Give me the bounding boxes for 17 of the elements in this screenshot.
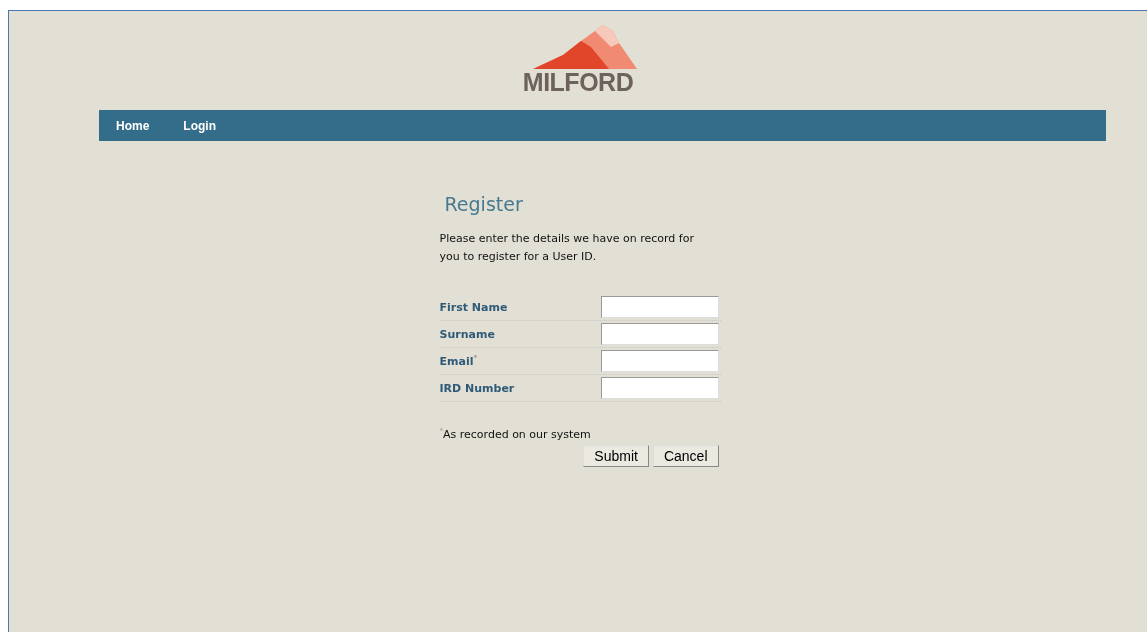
- nav-link[interactable]: Home: [116, 118, 150, 133]
- mountain-logo-icon: [533, 25, 637, 69]
- form-button[interactable]: Submit: [583, 444, 649, 467]
- page-title: Register: [444, 192, 524, 216]
- input-field[interactable]: [600, 323, 719, 345]
- field-label: First Name: [439, 300, 508, 314]
- nav-link[interactable]: Login: [183, 118, 216, 133]
- field-label: IRD Number: [439, 381, 515, 395]
- field-label: Surname: [439, 327, 495, 341]
- intro-text: Please enter the details we have on record for you to register for a User ID.: [439, 231, 695, 265]
- logo-text: MILFORD: [522, 69, 634, 95]
- field-label: Email$^{*}$: [439, 354, 478, 368]
- input-field[interactable]: [600, 377, 719, 399]
- footnote-text: $^{*}$As recorded on our system: [439, 427, 592, 441]
- input-field[interactable]: [600, 296, 719, 318]
- form-button[interactable]: Cancel: [652, 444, 719, 467]
- input-field[interactable]: [600, 350, 719, 372]
